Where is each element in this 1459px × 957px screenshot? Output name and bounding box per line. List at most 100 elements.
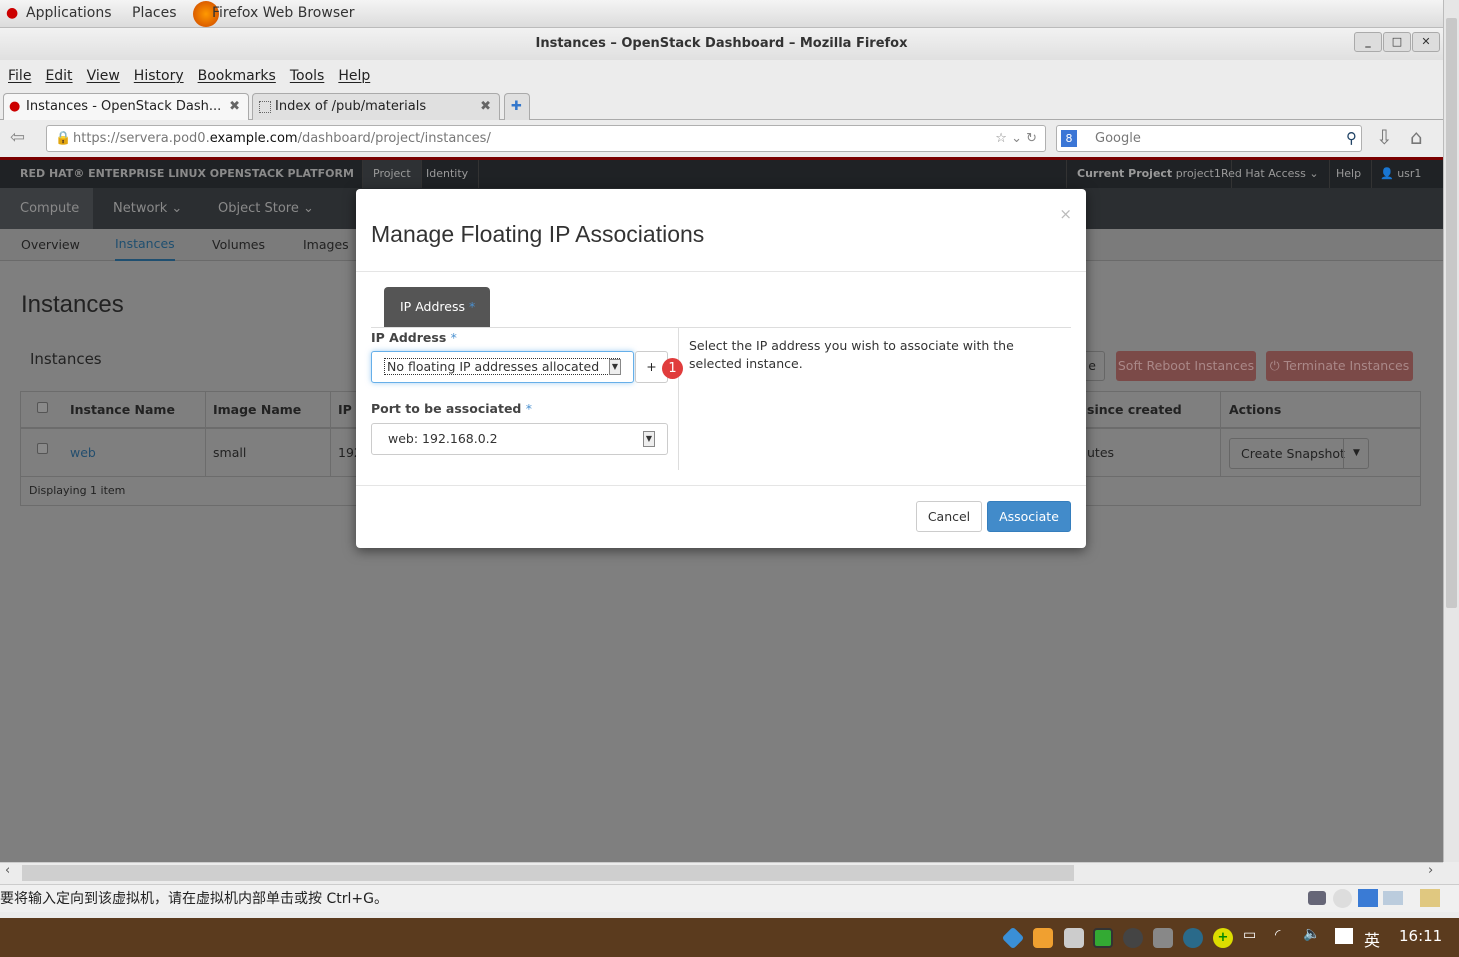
search-icon[interactable]: ⚲ xyxy=(1346,126,1357,151)
download-icon[interactable]: ⇩ xyxy=(1376,125,1393,149)
close-tab-icon[interactable]: ✖ xyxy=(480,94,491,120)
notification-icon[interactable] xyxy=(1335,928,1353,944)
app-menu[interactable]: Firefox Web Browser xyxy=(212,5,355,21)
url-bar[interactable]: 🔒 https://servera.pod0.example.com/dashb… xyxy=(46,125,1046,152)
col-ip[interactable]: IP xyxy=(338,392,352,428)
nvidia-icon[interactable] xyxy=(1093,928,1113,948)
associate-button[interactable]: Associate xyxy=(987,501,1071,532)
nav-project[interactable]: Project xyxy=(362,160,422,188)
user-icon: 👤 xyxy=(1380,167,1394,180)
menu-history[interactable]: History xyxy=(134,68,184,84)
menu-help[interactable]: Help xyxy=(338,68,370,84)
floating-ip-modal: Manage Floating IP Associations × IP Add… xyxy=(356,189,1086,548)
caret-down-icon[interactable]: ▼ xyxy=(1343,439,1369,468)
col-instance-name[interactable]: Instance Name xyxy=(70,392,175,428)
help-link[interactable]: Help xyxy=(1326,160,1373,188)
menu-tools[interactable]: Tools xyxy=(290,68,325,84)
select-all-checkbox[interactable] xyxy=(37,402,48,413)
window-title: Instances – OpenStack Dashboard – Mozill… xyxy=(535,36,908,51)
vm-status-bar: 要将输入定向到该虚拟机，请在虚拟机内部单击或按 Ctrl+G。 xyxy=(0,884,1459,912)
tab-ip-address[interactable]: IP Address * xyxy=(384,287,490,327)
ip-address-select[interactable]: No floating IP addresses allocated ▼ xyxy=(371,351,634,383)
back-icon[interactable]: ⇦ xyxy=(10,127,25,148)
minimize-button[interactable]: _ xyxy=(1354,32,1382,52)
current-project-menu[interactable]: Current Project project1 xyxy=(1066,160,1232,188)
nav-object-store[interactable]: Object Store ⌄ xyxy=(198,188,334,229)
places-menu[interactable]: Places xyxy=(132,5,177,21)
soft-reboot-button[interactable]: Soft Reboot Instances xyxy=(1116,351,1256,381)
qq-icon[interactable] xyxy=(1033,928,1053,948)
redhat-access-menu[interactable]: Red Hat Access ⌄ xyxy=(1211,160,1330,188)
instance-link[interactable]: web xyxy=(70,431,96,475)
redhat-favicon-icon: ● xyxy=(9,99,21,114)
f-icon[interactable] xyxy=(1153,928,1173,948)
home-icon[interactable]: ⌂ xyxy=(1410,125,1423,149)
network-icon xyxy=(1358,889,1378,907)
close-window-button[interactable]: ✕ xyxy=(1412,32,1440,52)
ime-indicator[interactable]: 英 xyxy=(1364,927,1380,951)
menu-view[interactable]: View xyxy=(87,68,120,84)
cancel-button[interactable]: Cancel xyxy=(916,501,982,532)
music-icon[interactable] xyxy=(1123,928,1143,948)
window-title-bar: Instances – OpenStack Dashboard – Mozill… xyxy=(0,28,1443,60)
maximize-button[interactable]: □ xyxy=(1383,32,1411,52)
tab-label: Index of /pub/materials xyxy=(275,99,427,114)
tab-index[interactable]: Index of /pub/materials ✖ xyxy=(252,93,500,120)
volume-icon[interactable]: 🔈 xyxy=(1303,926,1320,942)
ip-address-label: IP Address * xyxy=(371,330,457,345)
page-title: Instances xyxy=(21,291,124,318)
power-icon: ⏻ xyxy=(1269,358,1280,373)
tab-label: Instances - OpenStack Dash... xyxy=(26,99,222,114)
applications-menu[interactable]: Applications xyxy=(26,5,112,21)
menu-bookmarks[interactable]: Bookmarks xyxy=(198,68,276,84)
help-text: Select the IP address you wish to associ… xyxy=(689,338,1014,371)
panel-instances[interactable]: Instances xyxy=(115,229,175,261)
tab-strip: ● Instances - OpenStack Dash... ✖ Index o… xyxy=(0,90,1443,120)
table-footer: Displaying 1 item xyxy=(29,484,126,497)
panel-volumes[interactable]: Volumes xyxy=(212,229,265,261)
row-checkbox[interactable] xyxy=(37,443,48,454)
note-icon xyxy=(1420,889,1440,907)
nav-network[interactable]: Network ⌄ xyxy=(93,188,202,229)
tab-instances[interactable]: ● Instances - OpenStack Dash... ✖ xyxy=(3,93,249,120)
cd-icon xyxy=(1333,889,1352,908)
terminate-button[interactable]: ⏻ Terminate Instances xyxy=(1266,351,1413,381)
panel-overview[interactable]: Overview xyxy=(21,229,80,261)
col-age[interactable]: since created xyxy=(1087,392,1182,428)
hard-disk-icon xyxy=(1308,891,1326,905)
nav-compute[interactable]: Compute xyxy=(0,188,93,229)
new-tab-button[interactable]: ✚ xyxy=(504,93,530,120)
scroll-right-icon: › xyxy=(1428,863,1434,878)
col-image-name[interactable]: Image Name xyxy=(213,392,301,428)
tray-app-icon[interactable] xyxy=(1001,926,1025,950)
bookmark-star-icon[interactable]: ☆ ⌄ ↻ xyxy=(995,126,1037,151)
age: utes xyxy=(1087,445,1115,460)
panel-images[interactable]: Images xyxy=(303,229,349,261)
camera-icon xyxy=(1383,891,1403,905)
create-snapshot-button[interactable]: Create Snapshot xyxy=(1241,439,1345,468)
scroll-thumb[interactable] xyxy=(22,865,1074,881)
annotation-badge: 1 xyxy=(662,358,683,379)
browser-icon[interactable] xyxy=(1183,928,1203,948)
dropdown-arrow-icon: ▼ xyxy=(643,431,655,447)
wifi-icon[interactable]: ◜ xyxy=(1275,927,1280,943)
horizontal-scrollbar[interactable]: ‹ › xyxy=(0,862,1443,882)
menu-file[interactable]: File xyxy=(8,68,31,84)
nav-identity[interactable]: Identity xyxy=(416,160,480,188)
close-tab-icon[interactable]: ✖ xyxy=(229,94,240,120)
col-actions[interactable]: Actions xyxy=(1229,392,1281,428)
clock[interactable]: 16:11 xyxy=(1399,927,1442,945)
dropdown-arrow-icon: ▼ xyxy=(609,359,621,375)
search-input[interactable]: 8 Google ⚲ xyxy=(1056,125,1362,152)
battery-icon[interactable]: ▭ xyxy=(1243,927,1256,943)
menu-bar: File Edit View History Bookmarks Tools Help xyxy=(0,62,1443,90)
security-icon[interactable]: + xyxy=(1213,928,1233,948)
port-select[interactable]: web: 192.168.0.2 ▼ xyxy=(371,423,668,455)
close-icon[interactable]: × xyxy=(1059,205,1072,223)
google-icon[interactable]: 8 xyxy=(1061,130,1077,147)
scroll-thumb[interactable] xyxy=(1446,18,1457,608)
vertical-scrollbar[interactable] xyxy=(1443,0,1459,862)
scroll-left-icon: ‹ xyxy=(5,863,11,878)
menu-edit[interactable]: Edit xyxy=(45,68,72,84)
media-icon[interactable] xyxy=(1064,928,1084,948)
